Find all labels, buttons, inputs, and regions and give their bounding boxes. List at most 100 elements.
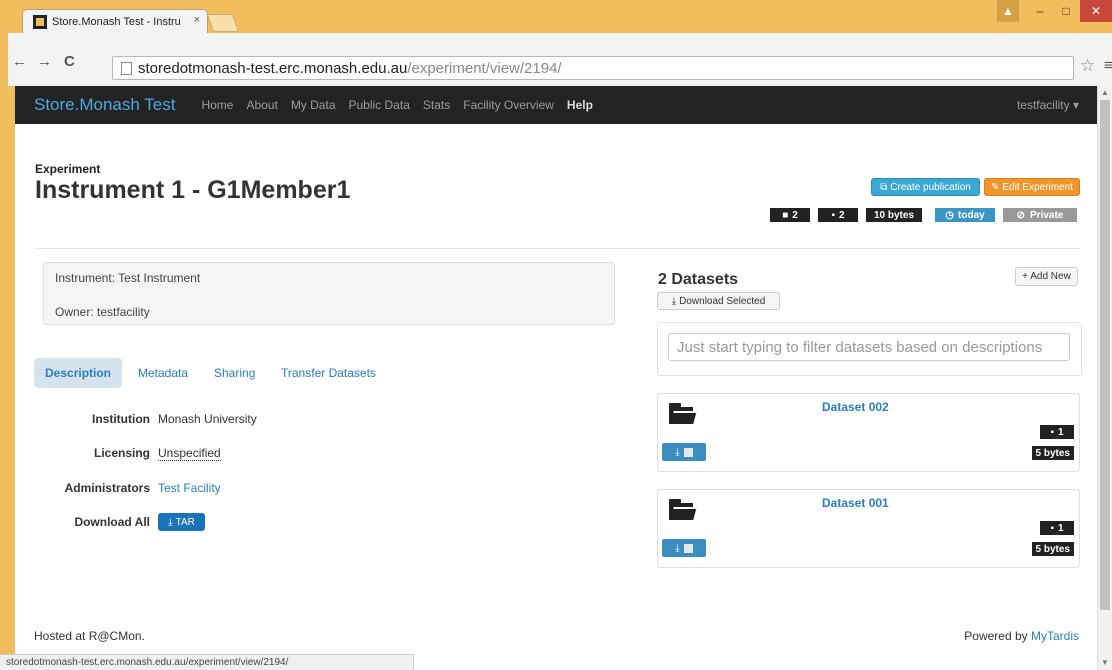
download-icon: ⤓ [675,542,680,554]
dataset-card: Dataset 001 ▪ 1 ⤓ 5 bytes [657,489,1080,568]
external-link-icon: ⧉ [880,181,888,193]
tab-metadata[interactable]: Metadata [127,358,199,388]
page-title: Instrument 1 - G1Member1 [35,176,351,204]
institution-label: Institution [92,412,150,426]
download-icon: ⤓ [671,295,677,307]
nav-facility-overview[interactable]: Facility Overview [463,98,554,112]
folder-icon: ■ [782,209,789,221]
dataset-select-checkbox[interactable] [683,447,693,457]
user-icon[interactable]: ▲ [997,0,1019,22]
owner-text: Owner: testfacility [55,305,150,319]
datasets-title: 2 Datasets [658,271,739,288]
dataset-download-button[interactable]: ⤓ [662,443,706,461]
tab-transfer-datasets[interactable]: Transfer Datasets [270,358,387,388]
nav-about[interactable]: About [246,98,277,112]
instrument-text: Instrument: Test Instrument [55,271,201,285]
create-publication-label: Create publication [890,181,971,193]
menu-icon[interactable]: ≡ [1104,57,1112,74]
folder-open-icon [669,403,697,425]
vertical-scrollbar[interactable]: ▲ ▼ [1097,86,1112,670]
back-icon[interactable]: ← [12,53,27,70]
url-path: /experiment/view/2194/ [407,59,562,77]
address-bar[interactable]: storedotmonash-test.erc.monash.edu.au/ex… [112,56,1074,80]
file-icon: ▪ [831,209,835,221]
licensing-label: Licensing [93,446,150,460]
site-brand[interactable]: Store.Monash Test [34,95,175,115]
tab-sharing[interactable]: Sharing [203,358,266,388]
institution-value: Monash University [158,412,257,426]
download-icon: ⤓ [168,516,173,528]
date-text: today [958,209,985,221]
dataset-filter-input[interactable] [668,333,1070,361]
download-tar-button[interactable]: ⤓ TAR [158,513,205,531]
tab-description[interactable]: Description [34,358,123,388]
tab-title: Store.Monash Test - Instru [52,15,181,28]
folder-open-icon [669,499,697,521]
mytardis-link[interactable]: MyTardis [1031,629,1079,643]
dataset-select-checkbox[interactable] [683,543,693,553]
file-count-badge: ▪ 2 [818,208,858,222]
site-navbar: Store.Monash Test Home About My Data Pub… [15,86,1097,124]
page-viewport: Store.Monash Test Home About My Data Pub… [15,86,1097,670]
download-selected-button[interactable]: ⤓ Download Selected [657,292,780,310]
powered-prefix: Powered by [964,629,1028,643]
dataset-download-button[interactable]: ⤓ [662,539,706,557]
administrators-link[interactable]: Test Facility [158,481,221,495]
download-icon: ⤓ [675,446,680,458]
download-all-label: Download All [74,515,150,529]
page-icon [121,61,132,75]
dataset-count: 2 [792,209,798,221]
divider [35,248,1080,249]
dataset-size-badge: 5 bytes [1031,542,1074,556]
size-badge: 10 bytes [866,208,922,222]
pencil-icon: ✎ [991,181,1000,193]
create-publication-button[interactable]: ⧉ Create publication [871,178,980,196]
licensing-value[interactable]: Unspecified [158,446,221,461]
favicon-icon [33,14,47,29]
clock-icon: ◷ [945,209,955,221]
visibility-badge: ⊘ Private [1003,208,1077,222]
scroll-up-icon[interactable]: ▲ [1101,88,1109,97]
bookmark-star-icon[interactable]: ☆ [1080,56,1095,76]
add-new-button[interactable]: + Add New [1015,267,1078,286]
browser-toolbar: ← → C storedotmonash-test.erc.monash.edu… [8,33,1112,86]
nav-help[interactable]: Help [567,98,593,112]
experiment-label: Experiment [35,162,101,176]
date-badge: ◷ today [935,208,995,222]
nav-public-data[interactable]: Public Data [349,98,410,112]
scrollbar-thumb[interactable] [1100,100,1110,610]
download-selected-label: Download Selected [679,295,766,307]
info-well: Instrument: Test Instrument Owner: testf… [43,262,615,325]
user-menu[interactable]: testfacility ▾ [1017,98,1079,112]
file-icon: ▪ [1050,426,1054,438]
dataset-card: Dataset 002 ▪ 1 ⤓ 5 bytes [657,393,1080,472]
dataset-file-count: 1 [1057,522,1064,534]
nav-home[interactable]: Home [201,98,233,112]
file-count: 2 [838,209,845,221]
dataset-link[interactable]: Dataset 002 [822,400,889,414]
administrators-label: Administrators [64,481,150,495]
new-tab-button[interactable] [206,14,240,32]
dataset-file-count: 1 [1057,426,1064,438]
tab-strip: Store.Monash Test - Instru × ▲ – □ ✕ [0,0,1112,33]
dataset-link[interactable]: Dataset 001 [822,496,889,510]
scroll-down-icon[interactable]: ▼ [1101,658,1109,667]
filter-panel [657,322,1082,376]
forward-icon[interactable]: → [37,53,52,70]
nav-my-data[interactable]: My Data [291,98,336,112]
nav-stats[interactable]: Stats [423,98,450,112]
url-domain: storedotmonash-test.erc.monash.edu.au [138,59,408,77]
edit-experiment-button[interactable]: ✎ Edit Experiment [984,178,1080,196]
close-window-button[interactable]: ✕ [1080,0,1112,22]
visibility-text: Private [1030,209,1064,221]
status-bar-url: storedotmonash-test.erc.monash.edu.au/ex… [0,654,414,670]
maximize-button[interactable]: □ [1053,0,1079,22]
dataset-file-count-badge: ▪ 1 [1040,521,1074,535]
edit-experiment-label: Edit Experiment [1002,181,1073,193]
dataset-count-badge: ■ 2 [770,208,810,222]
reload-icon[interactable]: C [64,53,75,70]
tar-label: TAR [175,516,195,528]
close-tab-icon[interactable]: × [194,14,200,26]
minimize-button[interactable]: – [1027,0,1053,22]
browser-tab[interactable]: Store.Monash Test - Instru × [22,9,208,33]
